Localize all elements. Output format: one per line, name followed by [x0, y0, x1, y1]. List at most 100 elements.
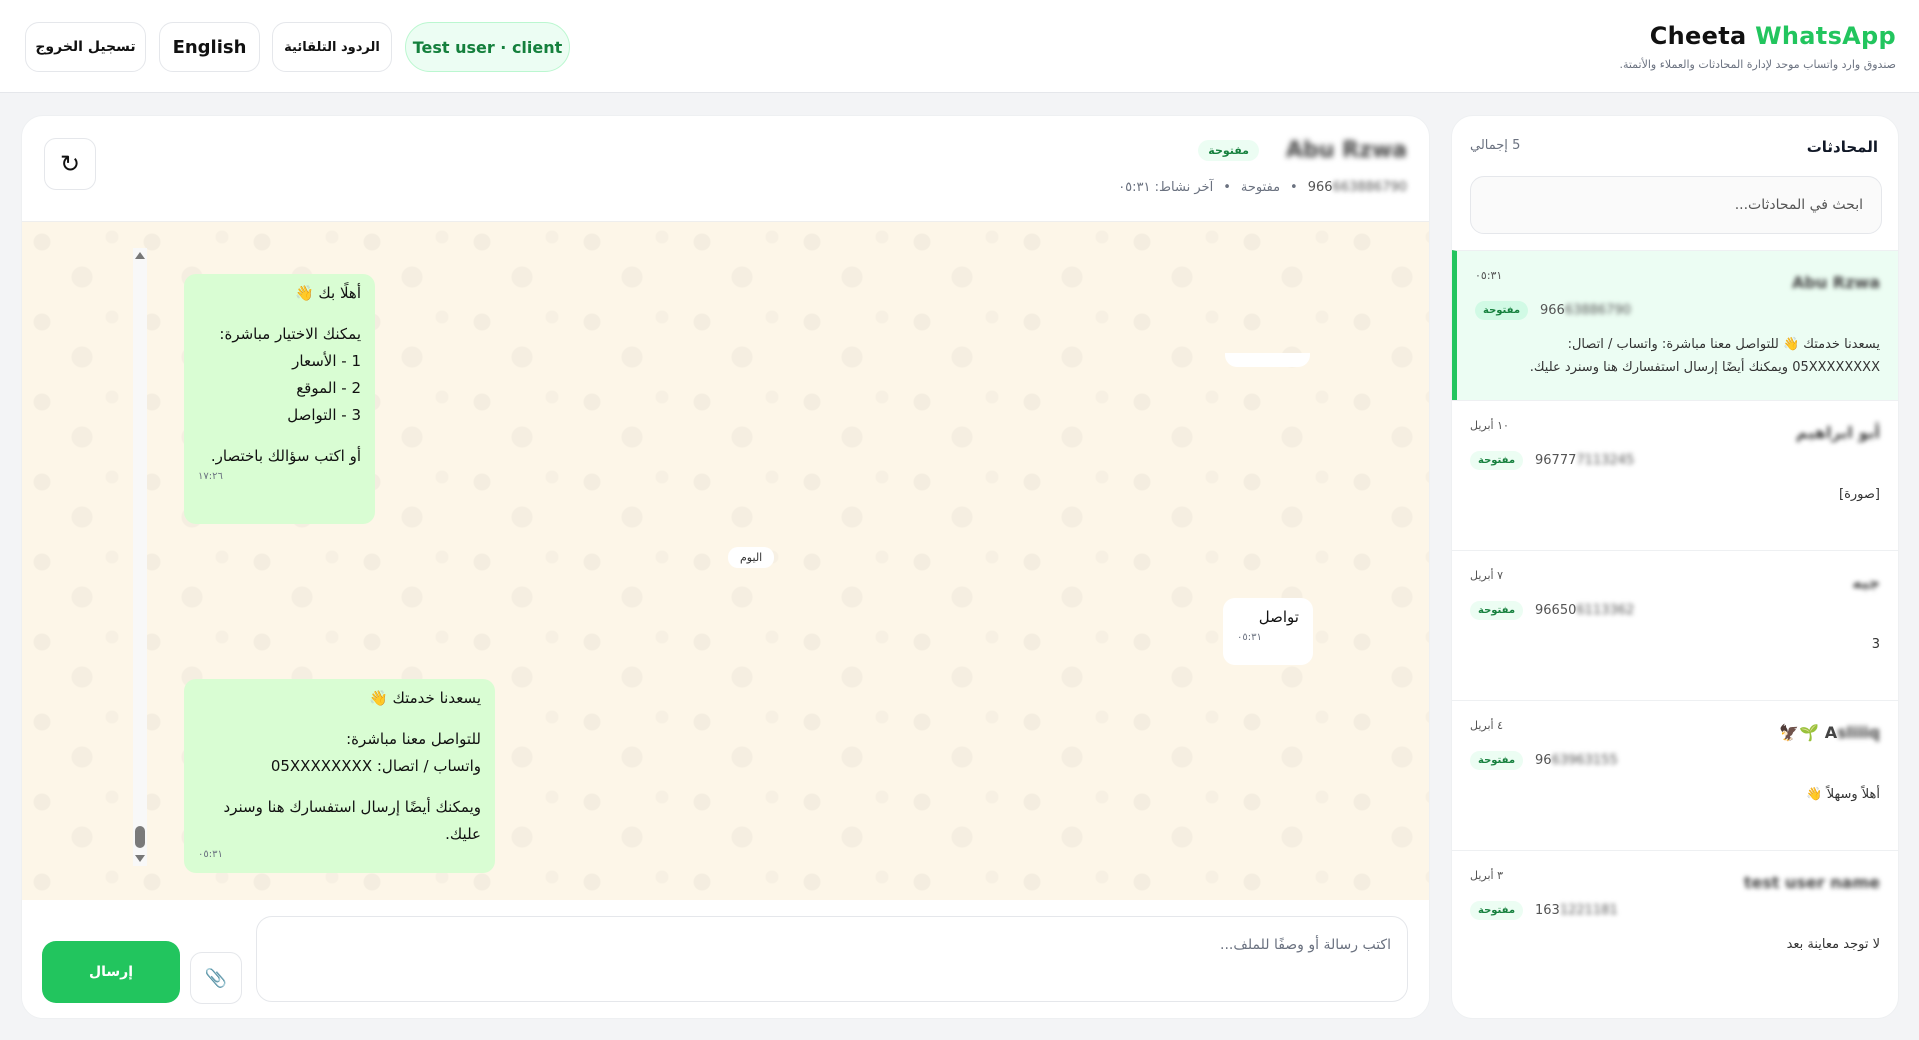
scroll-thumb[interactable]	[135, 826, 145, 848]
conversation-time: ٧ أبريل	[1470, 569, 1503, 582]
conversation-count: 5 إجمالي	[1470, 138, 1521, 153]
scroll-up-icon[interactable]	[135, 252, 145, 259]
message-bubble-outgoing: أهلًا بك 👋 يمكنك الاختيار مباشرة: 1 - ال…	[184, 274, 375, 524]
conversation-preview: أهلاً وسهلاً 👋	[1806, 787, 1880, 802]
conversation-item[interactable]: test user name ٣ أبريل مفتوحة 1631221181…	[1452, 850, 1898, 1000]
conversation-item[interactable]: Abu Rzwa ٠٥:٣١ مفتوحة 96663886790 يسعدنا…	[1452, 250, 1898, 400]
refresh-button[interactable]: ↻	[44, 138, 96, 190]
conversation-phone: 967777113245	[1535, 453, 1634, 468]
name-rest: sliiiq	[1837, 723, 1880, 742]
status-badge: مفتوحة	[1475, 301, 1529, 320]
message-bubble-incoming: تواصل ٠٥:٣١	[1223, 598, 1313, 665]
scroll-down-icon[interactable]	[135, 855, 145, 862]
phone-rest: 7113245	[1576, 453, 1635, 468]
status-badge: مفتوحة	[1198, 140, 1259, 161]
conversation-preview: [صورة]	[1839, 487, 1880, 502]
phone-prefix: 966	[1540, 303, 1565, 318]
sidebar-title: المحادثات	[1806, 138, 1878, 156]
conversation-item[interactable]: جيه ٧ أبريل مفتوحة 966506113362 3	[1452, 550, 1898, 700]
phone-rest: 6113362	[1576, 603, 1635, 618]
preview-line: 05XXXXXXXX ويمكنك أيضًا إرسال استفسارك ه…	[1529, 360, 1880, 375]
top-chip	[1225, 353, 1310, 367]
conversation-preview: لا توجد معاينة بعد	[1786, 937, 1880, 952]
conversation-name: جيه	[1852, 573, 1880, 592]
message-line: للتواصل معنا مباشرة:	[346, 730, 481, 748]
status-badge: مفتوحة	[1470, 751, 1524, 770]
paperclip-icon: 📎	[204, 967, 228, 989]
attach-button[interactable]: 📎	[190, 952, 242, 1004]
chat-panel: ↻ Abu Rzwa مفتوحة 966663886790 • مفتوحة …	[21, 115, 1430, 1019]
conversation-time: ١٠ أبريل	[1470, 419, 1509, 432]
conversation-phone: 9663963155	[1535, 753, 1618, 768]
brand-subtitle: صندوق وارد واتساب موحد لإدارة المحادثات …	[1619, 58, 1896, 71]
user-badge: Test user · client	[405, 22, 570, 72]
message-bubble-outgoing: يسعدنا خدمتك 👋 للتواصل معنا مباشرة: واتس…	[184, 679, 495, 873]
conversation-time: ٠٥:٣١	[1475, 269, 1503, 282]
conversation-phone: 966506113362	[1535, 603, 1634, 618]
language-button[interactable]: English	[159, 22, 260, 72]
conversation-phone: 96663886790	[1540, 303, 1631, 318]
phone-rest: 1221181	[1559, 903, 1618, 918]
message-line: أهلًا بك 👋	[294, 284, 361, 302]
send-button[interactable]: إرسال	[42, 941, 180, 1003]
brand-title: Cheeta WhatsApp	[1619, 22, 1896, 50]
message-input[interactable]	[256, 916, 1408, 1002]
refresh-icon: ↻	[59, 150, 81, 178]
phone-prefix: 96777	[1535, 453, 1577, 468]
last-active: آخر نشاط: ٠٥:٣١	[1118, 180, 1214, 195]
conversation-time: ٣ أبريل	[1470, 869, 1503, 882]
status-badge: مفتوحة	[1470, 601, 1524, 620]
contact-phone: 966663886790	[1308, 180, 1407, 195]
conversation-name: Abu Rzwa	[1791, 273, 1880, 292]
app-header: Cheeta WhatsApp صندوق وارد واتساب موحد ل…	[0, 0, 1919, 93]
message-line: ويمكنك أيضًا إرسال استفسارك هنا وسنرد عل…	[223, 798, 481, 843]
conversation-phone: 1631221181	[1535, 903, 1618, 918]
phone-rest: 663886790	[1332, 180, 1407, 195]
conversation-item[interactable]: أبو ابراهيم ١٠ أبريل مفتوحة 967777113245…	[1452, 400, 1898, 550]
conversation-preview: 3	[1871, 637, 1880, 652]
day-separator: اليوم	[728, 547, 775, 568]
message-line: أو اكتب سؤالك باختصار.	[210, 447, 361, 465]
message-time: ٠٥:٣١	[1237, 632, 1262, 643]
message-line: 2 - الموقع	[296, 379, 361, 397]
message-line: 3 - التواصل	[287, 406, 361, 424]
preview-line: يسعدنا خدمتك 👋 للتواصل معنا مباشرة: واتس…	[1567, 337, 1880, 352]
meta-separator: •	[1223, 180, 1231, 195]
phone-rest: 63963155	[1551, 753, 1618, 768]
contact-name: Abu Rzwa	[1285, 138, 1407, 163]
conversation-preview: يسعدنا خدمتك 👋 للتواصل معنا مباشرة: واتس…	[1480, 333, 1880, 379]
phone-prefix: 966	[1307, 180, 1333, 195]
logout-button[interactable]: تسجيل الخروج	[25, 22, 146, 72]
meta-status: مفتوحة	[1240, 180, 1281, 195]
conversation-name: أبو ابراهيم	[1795, 423, 1880, 442]
brand-prefix: Cheeta	[1649, 22, 1756, 50]
phone-prefix: 96	[1535, 753, 1552, 768]
conversation-item[interactable]: 🦅🌱 Asliiiq ٤ أبريل مفتوحة 9663963155 أهل…	[1452, 700, 1898, 850]
message-time: ١٧:٢٦	[198, 471, 223, 482]
conversation-name: 🦅🌱 Asliiiq	[1779, 723, 1880, 742]
search-input[interactable]	[1470, 176, 1882, 234]
status-badge: مفتوحة	[1470, 451, 1524, 470]
name-initial: A	[1824, 723, 1838, 742]
messages-area[interactable]: أهلًا بك 👋 يمكنك الاختيار مباشرة: 1 - ال…	[22, 222, 1429, 900]
phone-rest: 63886790	[1564, 303, 1631, 318]
brand-accent: WhatsApp	[1755, 22, 1896, 50]
conversation-time: ٤ أبريل	[1470, 719, 1503, 732]
brand: Cheeta WhatsApp صندوق وارد واتساب موحد ل…	[1619, 22, 1896, 71]
message-time: ٠٥:٣١	[198, 849, 223, 860]
status-badge: مفتوحة	[1470, 901, 1524, 920]
chat-meta: 966663886790 • مفتوحة • آخر نشاط: ٠٥:٣١	[1118, 180, 1407, 195]
composer: إرسال 📎	[22, 900, 1429, 1018]
phone-prefix: 163	[1535, 903, 1560, 918]
message-line: يسعدنا خدمتك 👋	[369, 689, 481, 707]
messages-scrollbar[interactable]	[133, 248, 147, 866]
meta-separator: •	[1290, 180, 1298, 195]
quick-replies-button[interactable]: الردود التلقائية	[272, 22, 392, 72]
conversations-sidebar: المحادثات 5 إجمالي Abu Rzwa ٠٥:٣١ مفتوحة…	[1451, 115, 1899, 1019]
message-text: تواصل	[1258, 608, 1299, 626]
message-line: 1 - الأسعار	[292, 352, 361, 370]
conversation-name: test user name	[1743, 873, 1880, 892]
conversation-emoji: 🦅🌱	[1779, 723, 1820, 742]
message-line: واتساب / اتصال: 05XXXXXXXX	[270, 757, 481, 775]
chat-header: ↻ Abu Rzwa مفتوحة 966663886790 • مفتوحة …	[22, 116, 1429, 222]
